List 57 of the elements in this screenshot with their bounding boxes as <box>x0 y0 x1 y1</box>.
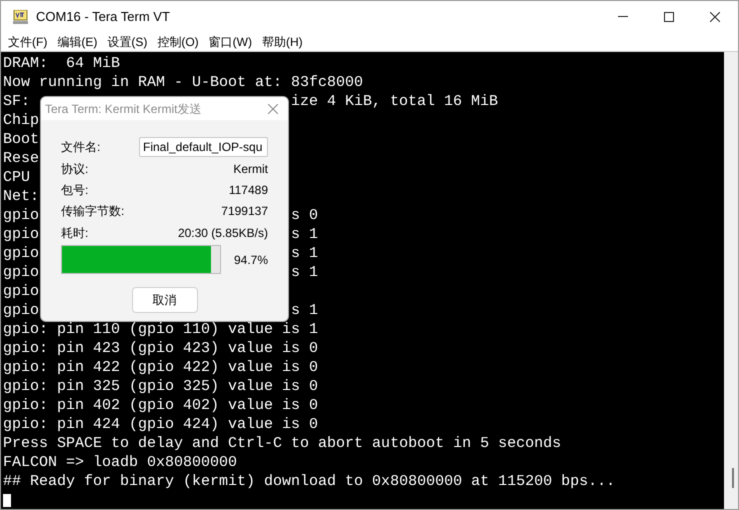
terminal-line: Now running in RAM - U-Boot at: 83fc8000 <box>3 74 364 91</box>
terminal-line: gpio <box>3 245 40 262</box>
field-value: 7199137 <box>221 203 268 220</box>
terminal-line: s 0 <box>291 206 318 225</box>
terminal-line: Net: <box>3 188 40 205</box>
field-label: 包号: <box>61 182 88 199</box>
terminal-line: Rese <box>3 150 40 167</box>
scrollbar-track[interactable] <box>724 52 738 509</box>
cancel-button[interactable]: 取消 <box>132 287 198 314</box>
terminal-line: ize 4 KiB, total 16 MiB <box>291 92 498 111</box>
terminal-line: gpio: pin 402 (gpio 402) value is 0 <box>3 397 318 414</box>
dialog-title: Tera Term: Kermit Kermit发送 <box>45 100 202 118</box>
terminal-line: CPU <box>3 169 30 186</box>
terminal-line: SF: <box>3 93 32 110</box>
terminal-line: gpio: pin 325 (gpio 325) value is 0 <box>3 378 318 395</box>
text-cursor <box>3 494 11 507</box>
terminal-line: s 1 <box>291 301 318 320</box>
menu-item[interactable]: 设置(S) <box>105 32 150 50</box>
terminal-line: Press SPACE to delay and Ctrl-C to abort autoboot in 5 seconds <box>3 435 562 452</box>
progress-percent: 94.7% <box>234 252 268 269</box>
window-title: COM16 - Tera Term VT <box>36 8 170 26</box>
minimize-icon <box>618 16 628 17</box>
terminal-line: ## Ready for binary (kermit) download to 0x80800000 at 115200 bps... <box>3 473 616 490</box>
field-value: Kermit <box>233 160 268 178</box>
menu-item[interactable]: 帮助(H) <box>260 32 305 50</box>
menu-item[interactable]: 窗口(W) <box>206 32 254 50</box>
app-icon <box>13 10 28 24</box>
terminal-line: gpio: pin 424 (gpio 424) value is 0 <box>3 416 318 433</box>
terminal-line: s 1 <box>291 244 318 263</box>
terminal-line: gpio <box>3 302 40 319</box>
terminal-line: s 1 <box>291 263 318 282</box>
terminal-line: gpio: pin 110 (gpio 110) value is 1 <box>3 321 318 338</box>
terminal-line: s 1 <box>291 225 318 244</box>
field-value: 20:30 (5.85KB/s) <box>178 224 268 242</box>
field-label: 耗时: <box>61 224 88 242</box>
close-icon <box>710 12 720 22</box>
menu-item[interactable]: 控制(O) <box>155 32 201 50</box>
terminal-line: gpio <box>3 283 40 300</box>
terminal-line: gpio: pin 422 (gpio 422) value is 0 <box>3 359 318 376</box>
field-label: 传输字节数: <box>61 203 124 220</box>
close-icon[interactable] <box>268 104 278 114</box>
terminal-line: Chip <box>3 112 40 129</box>
terminal-line: DRAM: 64 MiB <box>3 55 120 72</box>
terminal-line: gpio: pin 423 (gpio 423) value is 0 <box>3 340 318 357</box>
field-label: 协议: <box>61 160 88 178</box>
maximize-icon <box>664 12 674 22</box>
field-value: 117489 <box>228 182 268 199</box>
terminal-line: gpio <box>3 226 40 243</box>
menu-item[interactable]: 编辑(E) <box>55 32 100 50</box>
field-label: 文件名: <box>61 139 100 156</box>
menu-item[interactable]: 文件(F) <box>6 32 50 50</box>
terminal-line: Boot <box>3 131 40 148</box>
filename-field[interactable]: Final_default_IOP-squ <box>139 137 268 157</box>
terminal-line: gpio <box>3 264 40 281</box>
terminal-line: FALCON => loadb 0x80800000 <box>3 454 238 471</box>
scrollbar-thumb[interactable] <box>732 468 734 488</box>
terminal-line: gpio <box>3 207 40 224</box>
